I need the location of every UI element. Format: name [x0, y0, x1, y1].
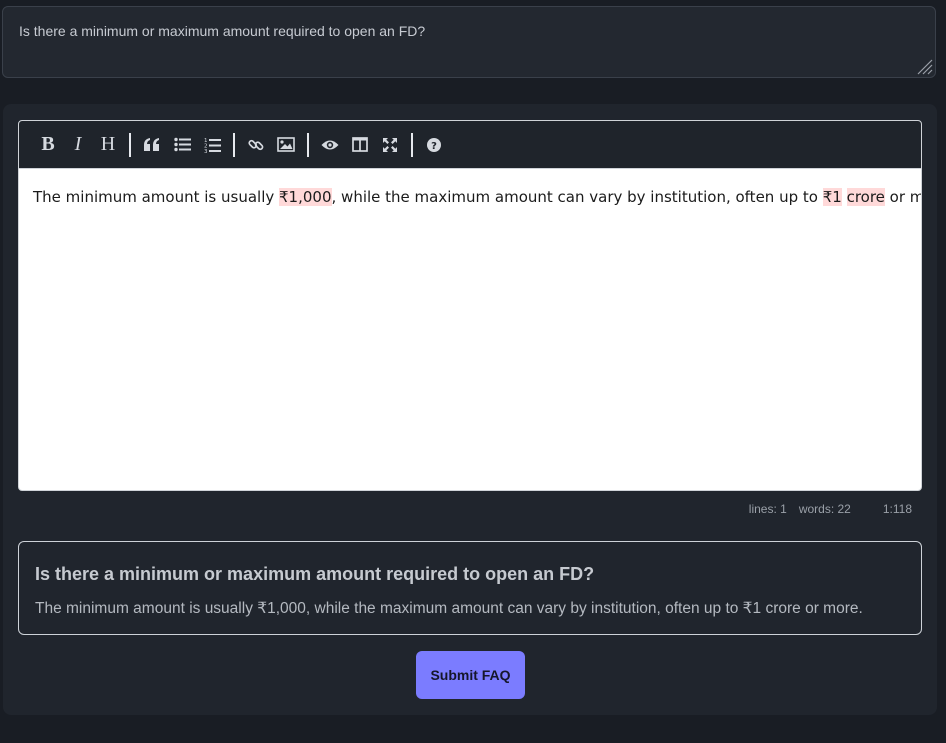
toolbar-divider: [411, 132, 413, 157]
link-icon: [248, 139, 264, 150]
cursor-position: 1:118: [882, 502, 912, 516]
toolbar-divider: [129, 132, 131, 157]
heading-icon: H: [100, 133, 116, 155]
answer-text: , while the maximum amount can vary by i…: [331, 188, 823, 206]
markdown-guide-button[interactable]: ?: [419, 130, 449, 160]
editor-statusbar: lines: 1 words: 22 1:118: [749, 502, 912, 516]
spelling-highlight: ₹1,000: [279, 188, 332, 206]
columns-icon: [352, 137, 368, 152]
side-by-side-button[interactable]: [345, 130, 375, 160]
editor-text-area[interactable]: The minimum amount is usually ₹1,000, wh…: [19, 169, 921, 223]
italic-button[interactable]: I: [63, 130, 93, 160]
fullscreen-button[interactable]: [375, 130, 405, 160]
preview-question: Is there a minimum or maximum amount req…: [35, 564, 595, 584]
resize-handle-icon[interactable]: [915, 57, 933, 75]
link-button[interactable]: [241, 130, 271, 160]
preview-answer: The minimum amount is usually ₹1,000, wh…: [35, 600, 863, 617]
bold-button[interactable]: B: [33, 130, 63, 160]
line-count: lines: 1: [748, 502, 787, 516]
toolbar-divider: [307, 132, 309, 157]
ordered-list-icon: 1 2 3: [204, 138, 221, 153]
question-textarea[interactable]: Is there a minimum or maximum amount req…: [2, 6, 936, 78]
svg-text:3: 3: [204, 149, 208, 153]
quote-button[interactable]: [137, 130, 167, 160]
word-count: words: 22: [798, 502, 851, 516]
editor-toolbar: B I H 1 2 3 ?: [19, 121, 921, 169]
eye-icon: [321, 140, 339, 149]
spelling-highlight: crore: [846, 188, 885, 206]
markdown-editor: B I H 1 2 3 ? The minimum amount is usua…: [18, 120, 922, 491]
help-icon: ?: [427, 137, 441, 152]
image-icon: [277, 137, 295, 152]
spelling-highlight: ₹1: [822, 188, 842, 206]
answer-text: The minimum amount is usually: [33, 188, 280, 206]
submit-faq-button[interactable]: Submit FAQ: [416, 651, 525, 699]
answer-text: or more.: [889, 188, 921, 206]
answer-text: [842, 188, 847, 206]
unordered-list-icon: [173, 137, 191, 152]
unordered-list-button[interactable]: [167, 130, 197, 160]
toolbar-divider: [233, 132, 235, 157]
faq-preview: Is there a minimum or maximum amount req…: [18, 541, 922, 635]
svg-text:?: ?: [431, 141, 437, 152]
quote-icon: [144, 137, 159, 151]
italic-icon: I: [74, 133, 82, 155]
ordered-list-button[interactable]: 1 2 3: [197, 130, 227, 160]
bold-icon: B: [41, 133, 55, 155]
question-text: Is there a minimum or maximum amount req…: [19, 23, 426, 39]
image-button[interactable]: [271, 130, 301, 160]
heading-button[interactable]: H: [93, 130, 123, 160]
faq-form-card: B I H 1 2 3 ? The minimum amount is usua…: [3, 104, 937, 715]
preview-button[interactable]: [315, 130, 345, 160]
fullscreen-icon: [383, 137, 397, 152]
